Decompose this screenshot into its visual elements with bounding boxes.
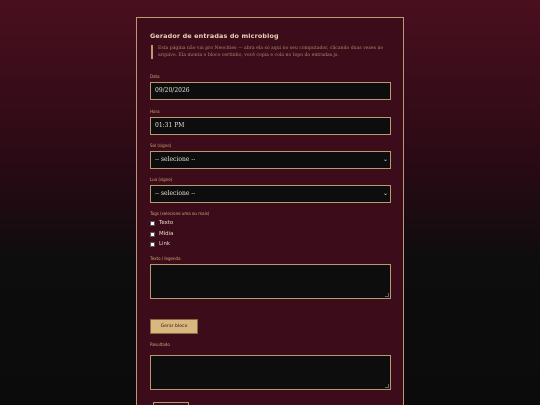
resize-handle-icon[interactable] — [385, 384, 389, 388]
moon-sign-label: Lua (signo) — [150, 177, 173, 182]
form-title: Gerador de entradas do microblog — [150, 32, 279, 40]
resize-handle-icon[interactable] — [385, 293, 389, 297]
result-textarea[interactable] — [150, 355, 391, 390]
sun-sign-selected: -- selecione -- — [155, 156, 196, 163]
instructions-note: Esta página não vai pro Neocities — abra… — [151, 45, 398, 59]
form-panel: Gerador de entradas do microblog Esta pá… — [136, 17, 404, 405]
checkbox[interactable] — [150, 220, 155, 226]
time-value: 01:31 PM — [155, 122, 185, 129]
time-label: Hora — [150, 109, 160, 114]
sun-sign-select[interactable]: -- selecione -- ⌄ — [150, 151, 391, 169]
tag-option-label: Texto — [159, 220, 174, 226]
chevron-down-icon: ⌄ — [382, 156, 388, 163]
tag-option-texto[interactable]: Texto — [150, 219, 173, 227]
moon-sign-selected: -- selecione -- — [155, 190, 196, 197]
tag-option-label: Link — [159, 241, 171, 247]
text-textarea[interactable] — [150, 264, 391, 299]
date-input[interactable]: 09/20/2026 — [150, 82, 391, 100]
checkbox[interactable] — [150, 231, 155, 237]
time-input[interactable]: 01:31 PM — [150, 117, 391, 135]
moon-sign-select[interactable]: -- selecione -- ⌄ — [150, 185, 391, 203]
tags-label: Tags (selecione uma ou mais) — [150, 211, 210, 216]
generate-button[interactable]: Gerar bloco — [150, 319, 198, 334]
chevron-down-icon: ⌄ — [382, 190, 388, 197]
tag-option-link[interactable]: Link — [150, 240, 170, 248]
result-label: Resultado — [150, 342, 170, 347]
date-label: Data — [150, 74, 160, 79]
tag-option-label: Mídia — [159, 231, 174, 237]
tag-option-midia[interactable]: Mídia — [150, 230, 173, 238]
sun-sign-label: Sol (signo) — [150, 143, 172, 148]
text-label: Texto / legenda — [150, 256, 181, 261]
checkbox[interactable] — [150, 241, 155, 247]
date-value: 09/20/2026 — [155, 87, 190, 94]
